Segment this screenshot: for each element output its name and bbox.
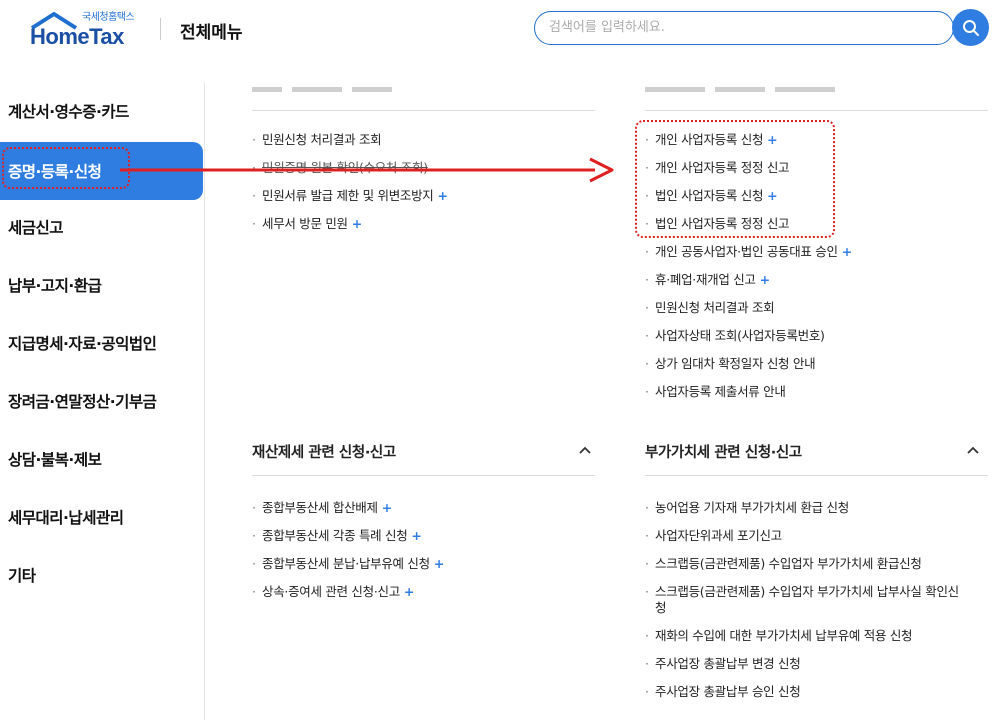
list-item[interactable]: 스크랩등(금관련제품) 수입업자 부가가치세 환급신청 — [645, 556, 965, 572]
annotation-highlight-sidebar — [2, 147, 130, 189]
list-item[interactable]: 상가 임대차 확정일자 신청 안내 — [645, 356, 990, 372]
expand-plus-icon: + — [437, 188, 448, 203]
search-button[interactable] — [952, 9, 989, 46]
list-item[interactable]: 사업자상태 조회(사업자등록번호) — [645, 328, 990, 344]
list-item[interactable]: 사업자단위과세 포기신고 — [645, 528, 965, 544]
list-item[interactable]: 휴·폐업·재개업 신고+ — [645, 272, 990, 288]
page-title: 전체메뉴 — [180, 23, 243, 43]
list-item[interactable]: 주사업장 총괄납부 변경 신청 — [645, 656, 965, 672]
annotation-highlight-registration — [635, 120, 835, 238]
list-item[interactable]: 농어업용 기자재 부가가치세 환급 신청 — [645, 500, 965, 516]
sidebar-item-tax-agent[interactable]: 세무대리·납세관리 — [0, 488, 205, 546]
list-item[interactable]: 민원신청 처리결과 조회 — [645, 300, 990, 316]
header: 국세청홈택스 HomeTax 전체메뉴 — [0, 0, 995, 64]
search-box — [534, 11, 954, 45]
search-input[interactable] — [549, 12, 929, 43]
logo-subtitle: 국세청홈택스 — [82, 12, 135, 23]
list-item[interactable]: 민원신청 처리결과 조회 — [252, 132, 592, 148]
chevron-up-icon[interactable] — [578, 443, 592, 459]
chevron-up-icon[interactable] — [966, 443, 980, 459]
annotation-arrow-icon — [120, 157, 614, 183]
list-item[interactable]: 종합부동산세 분납·납부유예 신청+ — [252, 556, 592, 572]
list-item[interactable]: 스크랩등(금관련제품) 수입업자 부가가치세 납부사실 확인신청 — [645, 584, 963, 616]
list-item[interactable]: 재화의 수입에 대한 부가가치세 납부유예 적용 신청 — [645, 628, 965, 644]
list-item[interactable]: 상속·증여세 관련 신청·신고+ — [252, 584, 592, 600]
sidebar-item-tax-return[interactable]: 세금신고 — [0, 198, 205, 256]
section-line — [645, 475, 988, 476]
section-line-right-top — [645, 110, 988, 111]
logo-text: HomeTax — [30, 24, 124, 49]
expand-plus-icon: + — [351, 216, 362, 231]
hometax-logo[interactable]: 국세청홈택스 HomeTax — [22, 8, 172, 49]
section-line — [252, 475, 595, 476]
sidebar-item-statements[interactable]: 지급명세·자료·공익법인 — [0, 314, 205, 372]
property-section-links: 종합부동산세 합산배제+ 종합부동산세 각종 특례 신청+ 종합부동산세 분납·… — [252, 500, 592, 612]
sidebar-item-invoice[interactable]: 계산서·영수증·카드 — [0, 82, 205, 140]
list-item[interactable]: 종합부동산세 각종 특례 신청+ — [252, 528, 592, 544]
list-item[interactable]: 민원서류 발급 제한 및 위변조방지+ — [252, 188, 592, 204]
sidebar-item-incentives[interactable]: 장려금·연말정산·기부금 — [0, 372, 205, 430]
cutoff-section-title-right — [645, 84, 845, 94]
vat-section-links: 농어업용 기자재 부가가치세 환급 신청 사업자단위과세 포기신고 스크랩등(금… — [645, 500, 965, 712]
header-divider — [160, 18, 161, 40]
property-section-header[interactable]: 재산제세 관련 신청·신고 — [252, 438, 592, 464]
cutoff-section-title-left — [252, 84, 432, 94]
section-line-left-top — [252, 110, 595, 111]
list-item[interactable]: 종합부동산세 합산배제+ — [252, 500, 592, 516]
sidebar-item-payment[interactable]: 납부·고지·환급 — [0, 256, 205, 314]
section-title: 부가가치세 관련 신청·신고 — [645, 444, 802, 461]
sidebar-item-etc[interactable]: 기타 — [0, 546, 205, 604]
vat-section-header[interactable]: 부가가치세 관련 신청·신고 — [645, 438, 980, 464]
sidebar-item-consulting[interactable]: 상담·불복·제보 — [0, 430, 205, 488]
list-item[interactable]: 주사업장 총괄납부 승인 신청 — [645, 684, 965, 700]
left-top-links: 민원신청 처리결과 조회 민원증명 원본 확인(수요처 조회) 민원서류 발급 … — [252, 132, 592, 244]
list-item[interactable]: 세무서 방문 민원+ — [252, 216, 592, 232]
list-item[interactable]: 사업자등록 제출서류 안내 — [645, 384, 990, 400]
section-title: 재산제세 관련 신청·신고 — [252, 444, 396, 461]
search-icon — [962, 19, 979, 36]
list-item[interactable]: 개인 공동사업자·법인 공동대표 승인+ — [645, 244, 990, 260]
